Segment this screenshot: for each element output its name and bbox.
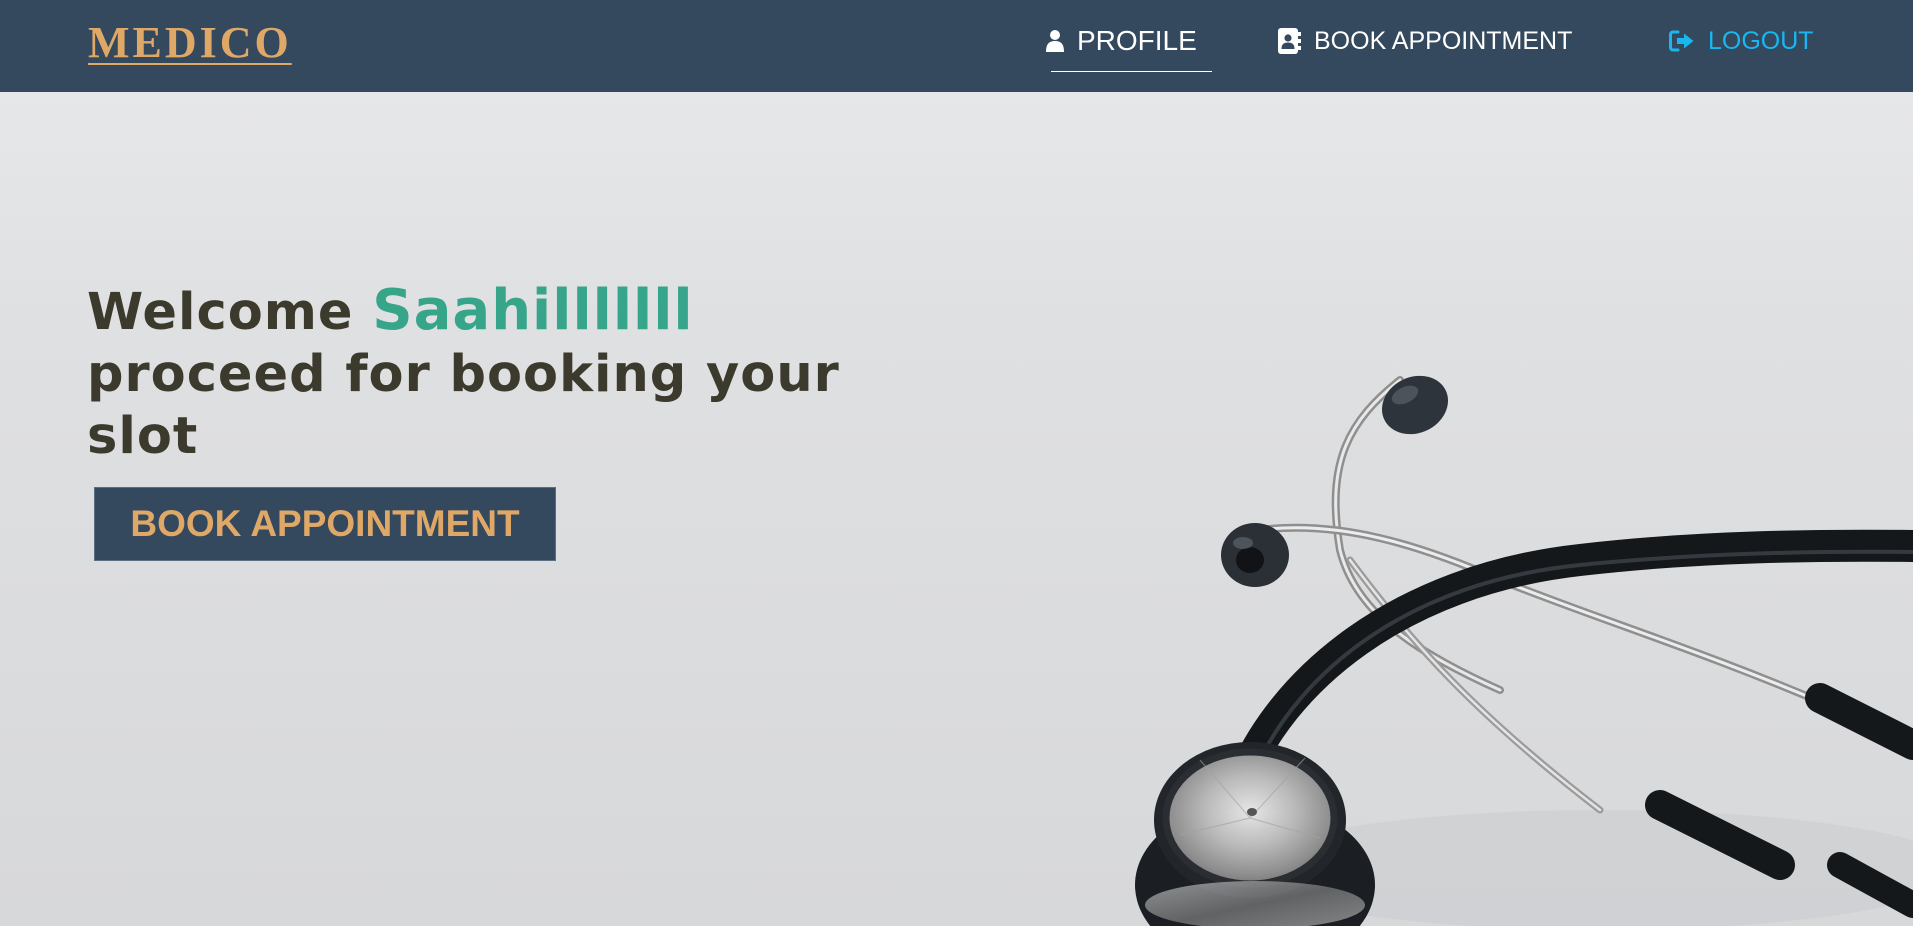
- stethoscope-image: [1135, 375, 1913, 926]
- welcome-text: Welcome: [87, 283, 354, 342]
- brand-logo[interactable]: MEDICO: [88, 18, 292, 68]
- hero-tagline: proceed for booking your slot: [87, 345, 840, 466]
- active-indicator: [1051, 71, 1212, 72]
- nav-book-appointment-label: BOOK APPOINTMENT: [1314, 26, 1573, 55]
- nav-profile-link[interactable]: PROFILE: [1030, 0, 1212, 82]
- user-name: Saahilllllll: [372, 278, 694, 343]
- nav-logout-label: LOGOUT: [1708, 26, 1814, 55]
- user-icon: [1045, 29, 1065, 53]
- page: MEDICO PROFILE BOOK APPOINTMENT LOGOUT W…: [0, 0, 1913, 926]
- nav-profile-label: PROFILE: [1077, 25, 1197, 56]
- address-book-icon: [1276, 27, 1302, 55]
- nav-book-appointment-link[interactable]: BOOK APPOINTMENT: [1276, 0, 1572, 82]
- book-appointment-button[interactable]: BOOK APPOINTMENT: [94, 487, 556, 561]
- sign-out-icon: [1668, 29, 1696, 53]
- nav-logout-link[interactable]: LOGOUT: [1668, 0, 1814, 82]
- hero-heading: Welcome Saahilllllll proceed for booking …: [87, 280, 847, 468]
- navbar: MEDICO PROFILE BOOK APPOINTMENT LOGOUT: [0, 0, 1913, 92]
